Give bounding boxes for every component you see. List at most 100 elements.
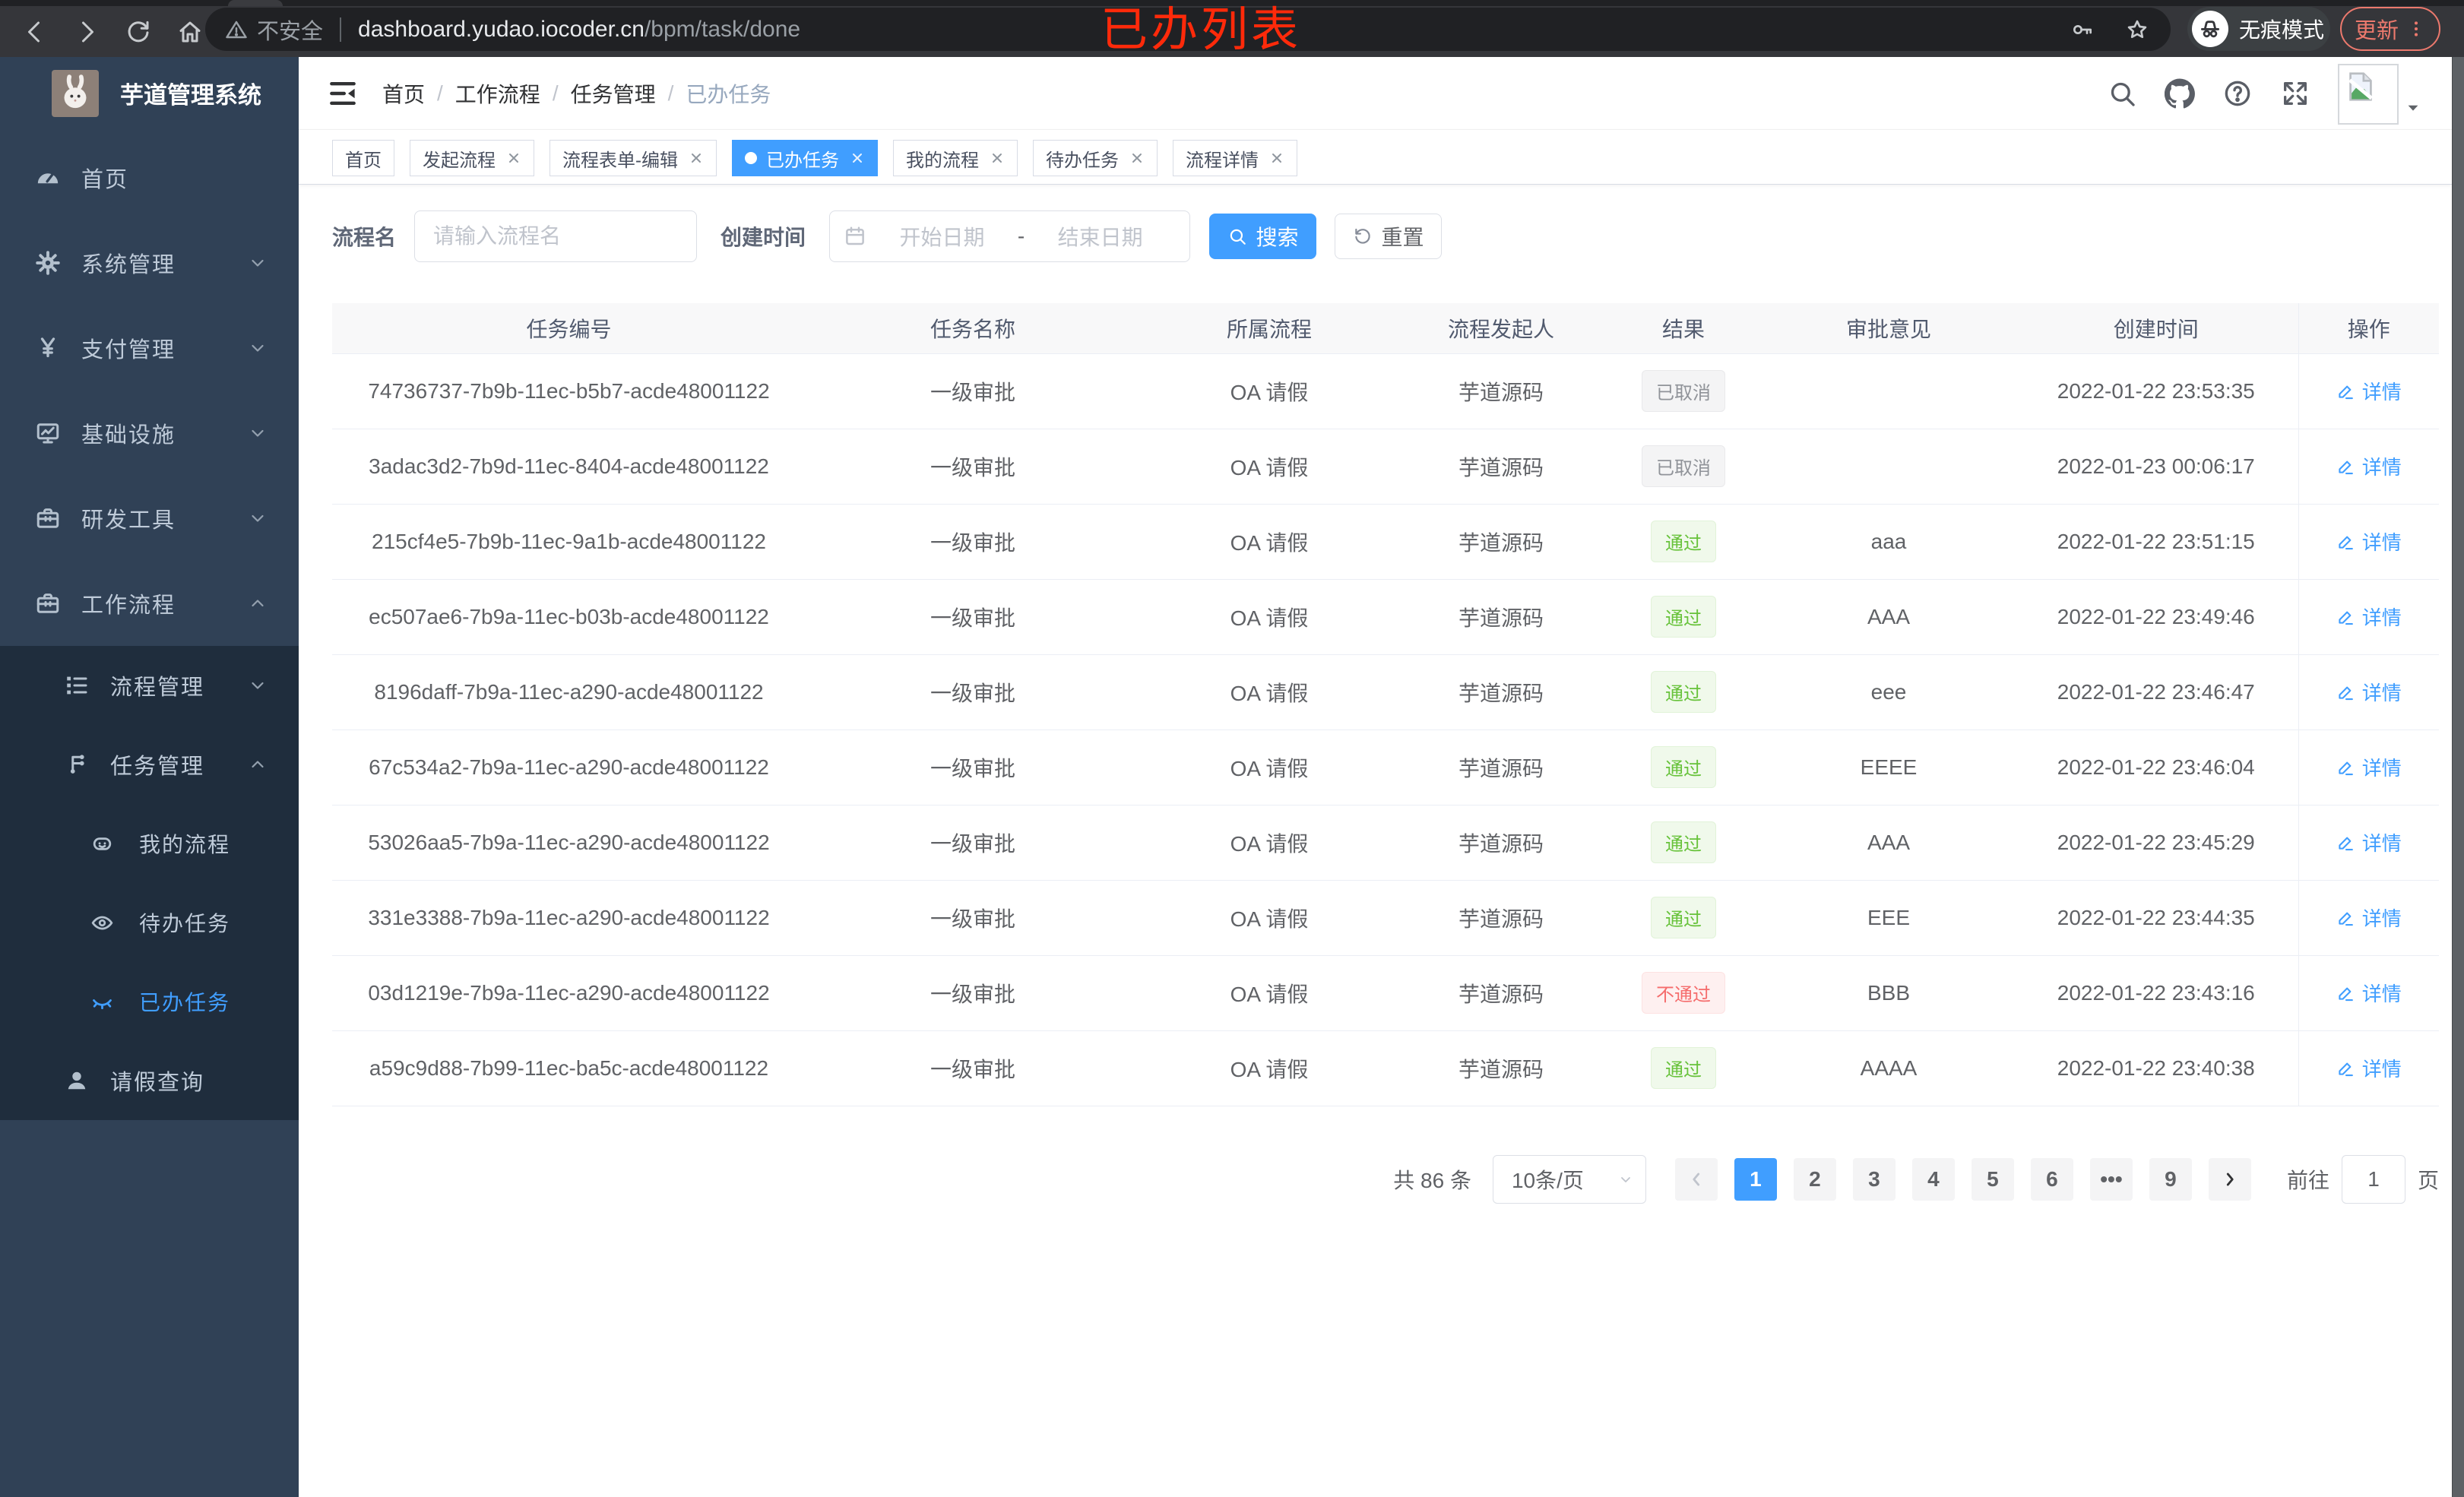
next-page-button[interactable] (2208, 1157, 2251, 1201)
key-icon[interactable] (2070, 17, 2095, 42)
date-range-picker[interactable]: 开始日期 - 结束日期 (829, 210, 1191, 262)
goto-page-input[interactable] (2341, 1154, 2405, 1204)
divider (340, 17, 342, 42)
close-icon[interactable] (850, 150, 865, 166)
edit-icon (2336, 682, 2355, 701)
sidebar-item[interactable]: 已办任务 (0, 962, 299, 1041)
detail-link[interactable]: 详情 (2336, 979, 2402, 1007)
github-icon[interactable] (2165, 78, 2195, 109)
table-row: 03d1219e-7b9a-11ec-a290-acde48001122 一级审… (332, 955, 2439, 1031)
tab[interactable]: 流程表单-编辑 (549, 140, 717, 176)
detail-link[interactable]: 详情 (2336, 753, 2402, 781)
sidebar-item[interactable]: 基础设施 (0, 391, 299, 476)
tab[interactable]: 待办任务 (1033, 140, 1158, 176)
page-buttons: 1 2 3 4 5 6 ••• 9 (1726, 1157, 2200, 1201)
search-button[interactable]: 搜索 (1209, 214, 1317, 259)
avatar[interactable] (2338, 64, 2399, 125)
tab[interactable]: 首页 (332, 140, 394, 176)
tab[interactable]: 我的流程 (893, 140, 1018, 176)
tab[interactable]: 流程详情 (1173, 140, 1297, 176)
search-icon[interactable] (2107, 78, 2137, 109)
sidebar-item[interactable]: 任务管理 (0, 725, 299, 804)
detail-link[interactable]: 详情 (2336, 377, 2402, 405)
detail-link[interactable]: 详情 (2336, 904, 2402, 932)
cell-process: OA 请假 (1140, 955, 1398, 1031)
range-separator: - (1017, 224, 1025, 248)
home-icon[interactable] (176, 18, 204, 46)
browser-update-button[interactable]: 更新 (2340, 7, 2440, 51)
back-icon[interactable] (21, 18, 49, 46)
kebab-menu-icon[interactable] (2406, 19, 2426, 39)
page-button[interactable]: 1 (1734, 1157, 1777, 1201)
star-icon[interactable] (2125, 17, 2149, 42)
detail-link[interactable]: 详情 (2336, 527, 2402, 555)
reset-button[interactable]: 重置 (1335, 214, 1443, 259)
question-icon[interactable] (2222, 78, 2253, 109)
sidebar-item[interactable]: 工作流程 (0, 561, 299, 646)
page-size-select[interactable]: 10条/页 (1492, 1154, 1646, 1204)
result-badge: 通过 (1651, 521, 1716, 562)
cell-created: 2022-01-22 23:44:35 (2014, 880, 2298, 956)
cell-starter: 芋道源码 (1398, 579, 1604, 655)
page-button[interactable]: 3 (1852, 1157, 1896, 1201)
user-icon (63, 1067, 90, 1094)
page-button[interactable]: ••• (2089, 1157, 2133, 1201)
scrollbar[interactable] (2452, 57, 2464, 1497)
detail-link[interactable]: 详情 (2336, 1054, 2402, 1082)
sidebar-item[interactable]: 我的流程 (0, 804, 299, 883)
process-name-input[interactable] (414, 210, 698, 262)
reload-icon[interactable] (125, 18, 152, 46)
select-caret-icon (1617, 1170, 1635, 1188)
sidebar-item[interactable]: 支付管理 (0, 305, 299, 391)
detail-link[interactable]: 详情 (2336, 678, 2402, 706)
page-button[interactable]: 6 (2030, 1157, 2073, 1201)
cell-task-name: 一级审批 (806, 1030, 1140, 1106)
sidebar-fold-icon[interactable] (326, 77, 359, 110)
breadcrumb-item[interactable]: 任务管理 (540, 78, 656, 109)
cell-task-name: 一级审批 (806, 504, 1140, 580)
breadcrumb-item[interactable]: 首页 (382, 78, 425, 109)
tab[interactable]: 已办任务 (732, 140, 878, 176)
tab-label: 待办任务 (1046, 150, 1119, 171)
page-button[interactable]: 9 (2149, 1157, 2192, 1201)
result-badge: 通过 (1651, 671, 1716, 713)
detail-link[interactable]: 详情 (2336, 603, 2402, 631)
sidebar-item[interactable]: 待办任务 (0, 883, 299, 962)
close-icon[interactable] (990, 150, 1005, 166)
caret-down-icon[interactable] (2405, 100, 2421, 116)
tab[interactable]: 发起流程 (410, 140, 534, 176)
close-icon[interactable] (506, 150, 521, 166)
detail-link[interactable]: 详情 (2336, 828, 2402, 856)
close-icon[interactable] (1129, 150, 1145, 166)
breadcrumb-item[interactable]: 工作流程 (425, 78, 540, 109)
start-date-placeholder[interactable]: 开始日期 (866, 221, 1018, 252)
detail-label: 详情 (2361, 907, 2402, 930)
page-button[interactable]: 4 (1911, 1157, 1955, 1201)
sidebar-item-label: 待办任务 (139, 912, 231, 935)
cell-task-name: 一级审批 (806, 730, 1140, 805)
sidebar-item-label: 系统管理 (81, 253, 176, 277)
forward-icon[interactable] (73, 18, 100, 46)
sidebar-item[interactable]: 流程管理 (0, 646, 299, 725)
col-created: 创建时间 (2014, 303, 2298, 354)
close-icon[interactable] (689, 150, 704, 166)
cell-created: 2022-01-22 23:49:46 (2014, 579, 2298, 655)
sidebar-item[interactable]: 研发工具 (0, 476, 299, 561)
cell-starter: 芋道源码 (1398, 1030, 1604, 1106)
sidebar-item[interactable]: 请假查询 (0, 1041, 299, 1120)
prev-page-button[interactable] (1674, 1157, 1718, 1201)
cell-starter: 芋道源码 (1398, 955, 1604, 1031)
page-button[interactable]: 5 (1971, 1157, 2014, 1201)
close-icon[interactable] (1269, 150, 1284, 166)
detail-link[interactable]: 详情 (2336, 452, 2402, 480)
breadcrumb-item[interactable]: 已办任务 (656, 78, 771, 109)
cell-starter: 芋道源码 (1398, 880, 1604, 956)
result-badge: 通过 (1651, 746, 1716, 788)
end-date-placeholder[interactable]: 结束日期 (1025, 221, 1176, 252)
fullscreen-icon[interactable] (2280, 78, 2310, 109)
toolbox-icon (34, 505, 62, 532)
sidebar-item[interactable]: 系统管理 (0, 220, 299, 305)
cell-task-id: 215cf4e5-7b9b-11ec-9a1b-acde48001122 (332, 504, 806, 580)
page-button[interactable]: 2 (1793, 1157, 1836, 1201)
sidebar-item[interactable]: 首页 (0, 135, 299, 220)
